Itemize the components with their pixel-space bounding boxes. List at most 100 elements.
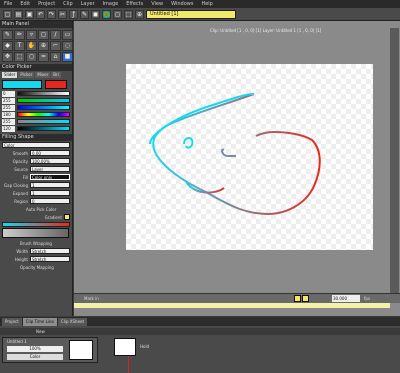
- playhead[interactable]: [128, 356, 129, 373]
- region-field[interactable]: 0: [30, 198, 70, 204]
- fill-icon[interactable]: ◼: [91, 9, 100, 19]
- open-icon[interactable]: ▤: [14, 9, 23, 19]
- layer-name[interactable]: Untitled 1: [7, 339, 27, 344]
- save-icon[interactable]: ▣: [25, 9, 34, 19]
- color-slider[interactable]: [17, 112, 70, 117]
- new-icon[interactable]: ▢: [3, 9, 12, 19]
- menu-item-image[interactable]: Image: [103, 1, 119, 7]
- line-tool-icon[interactable]: /: [50, 30, 61, 40]
- menu-item-clip[interactable]: Clip: [63, 1, 72, 7]
- toolbar: ▢ ▤ ▣ ↶ ↷ ✂ ƒ ✎ ◼ ◻ ⬚ ⊕ Untitled [1]: [0, 8, 400, 21]
- text-tool-icon[interactable]: T: [14, 41, 25, 51]
- gradient-label: Gradient: [44, 214, 62, 220]
- rect-tool-icon[interactable]: ▭: [62, 30, 73, 40]
- width-row: Width Stretch: [0, 247, 72, 255]
- shape-tool-icon[interactable]: ○: [26, 52, 37, 62]
- color-swatches: [0, 79, 72, 90]
- keyframe-cell[interactable]: [114, 338, 136, 356]
- select-icon[interactable]: ⬚: [124, 9, 133, 19]
- menu-item-view[interactable]: View: [151, 1, 163, 7]
- menu-item-project[interactable]: Project: [38, 1, 55, 7]
- secondary-color-swatch[interactable]: [45, 80, 67, 89]
- menu-item-effects[interactable]: Effects: [126, 1, 143, 7]
- color-slider[interactable]: [17, 91, 70, 96]
- play-button-icon[interactable]: [294, 295, 301, 302]
- stop-button-icon[interactable]: [302, 295, 309, 302]
- undo-icon[interactable]: ↶: [36, 9, 45, 19]
- zoom-tool-icon[interactable]: ⊕: [38, 41, 49, 51]
- eyedrop-tool-icon[interactable]: ⌐: [50, 41, 61, 51]
- color-slider[interactable]: [17, 126, 70, 131]
- auto-pick-label[interactable]: Auto Pick Color: [26, 207, 56, 212]
- fx-icon[interactable]: ƒ: [69, 9, 78, 19]
- tab-slider[interactable]: Slider: [2, 72, 18, 78]
- mode-dropdown[interactable]: Color: [2, 142, 70, 148]
- slider-value[interactable]: 255: [2, 104, 15, 111]
- lasso-tool-icon[interactable]: ◌: [62, 41, 73, 51]
- new-layer-button[interactable]: New: [36, 329, 45, 334]
- hand-tool-icon[interactable]: ✋: [26, 41, 37, 51]
- smooth-field[interactable]: 0.00: [30, 150, 70, 156]
- tab-bri[interactable]: Bri: [51, 72, 61, 78]
- primary-color-swatch[interactable]: [2, 80, 42, 89]
- frame-rate-field[interactable]: 30.000: [332, 295, 360, 302]
- slider-value[interactable]: 120: [2, 125, 15, 132]
- gap-closing-field[interactable]: 1: [30, 182, 70, 188]
- expand-field[interactable]: 1: [30, 190, 70, 196]
- menu-item-edit[interactable]: Edit: [20, 1, 30, 7]
- width-dropdown[interactable]: Stretch: [30, 248, 70, 254]
- height-dropdown[interactable]: Stretch: [30, 256, 70, 262]
- tab-clip-timeline[interactable]: Clip Time Line: [22, 317, 57, 326]
- opacity-field[interactable]: 100.00%: [30, 158, 70, 164]
- menu-item-file[interactable]: File: [4, 1, 12, 7]
- fill-tool-icon[interactable]: ◆: [2, 41, 13, 51]
- gradient-preview[interactable]: [2, 221, 70, 227]
- color-slider[interactable]: [17, 105, 70, 110]
- pen-tool-icon[interactable]: ✎: [2, 30, 13, 40]
- source-dropdown[interactable]: Layer: [30, 166, 70, 172]
- gradient-checkbox[interactable]: [64, 214, 70, 220]
- layer-opacity-field[interactable]: 100%: [7, 346, 63, 352]
- slider-row: 0: [0, 90, 72, 97]
- color-wheel-icon[interactable]: [102, 9, 111, 19]
- tab-picker[interactable]: Picker: [18, 72, 35, 78]
- menu-item-help[interactable]: Help: [201, 1, 212, 7]
- slider-value[interactable]: 180: [2, 111, 15, 118]
- tab-clip-xsheet[interactable]: Clip XSheet: [57, 317, 88, 326]
- horizontal-scrollbar[interactable]: [74, 303, 390, 308]
- color-slider[interactable]: [17, 98, 70, 103]
- warp-tool-icon[interactable]: ≈: [38, 52, 49, 62]
- select-tool-icon[interactable]: ⬚: [14, 52, 25, 62]
- fill-mode-dropdown[interactable]: Color only: [30, 174, 70, 180]
- mark-in-label[interactable]: Mark in: [84, 296, 99, 301]
- drawing-canvas[interactable]: [126, 64, 373, 250]
- pencil-tool-icon[interactable]: ✏: [14, 30, 25, 40]
- tab-project[interactable]: Project: [2, 317, 22, 326]
- redo-icon[interactable]: ↷: [47, 9, 56, 19]
- layer-row[interactable]: Untitled 1 100% Color: [2, 337, 98, 363]
- vertical-scrollbar[interactable]: [390, 28, 399, 293]
- cut-icon[interactable]: ✂: [58, 9, 67, 19]
- tab-mixer[interactable]: Mixer: [35, 72, 51, 78]
- main-panel-title: Main Panel: [0, 21, 72, 28]
- eraser-icon[interactable]: ◻: [113, 9, 122, 19]
- menu-item-layer[interactable]: Layer: [81, 1, 95, 7]
- slider-value[interactable]: 255: [2, 97, 15, 104]
- move-tool-icon[interactable]: ✥: [2, 52, 13, 62]
- eraser-tool-icon[interactable]: ◻: [38, 30, 49, 40]
- brush-tool-icon[interactable]: ▿: [26, 30, 37, 40]
- fill-shape-tool-icon[interactable]: ■: [62, 52, 73, 62]
- smooth-label: Smooth: [12, 150, 28, 156]
- stamp-tool-icon[interactable]: ⌂: [50, 52, 61, 62]
- menu-item-windows[interactable]: Windows: [171, 1, 193, 7]
- slider-value[interactable]: 0: [2, 90, 15, 97]
- layer-color-dropdown[interactable]: Color: [7, 354, 63, 360]
- slider-value[interactable]: 255: [2, 118, 15, 125]
- auto-pick-row: Auto Pick Color: [0, 205, 72, 213]
- clip-dropdown[interactable]: Untitled [1]: [146, 9, 236, 19]
- source-label: Source: [14, 166, 28, 172]
- color-slider[interactable]: [17, 119, 70, 124]
- brush-preview[interactable]: [2, 228, 69, 238]
- zoom-icon[interactable]: ⊕: [135, 9, 144, 19]
- brush-icon[interactable]: ✎: [80, 9, 89, 19]
